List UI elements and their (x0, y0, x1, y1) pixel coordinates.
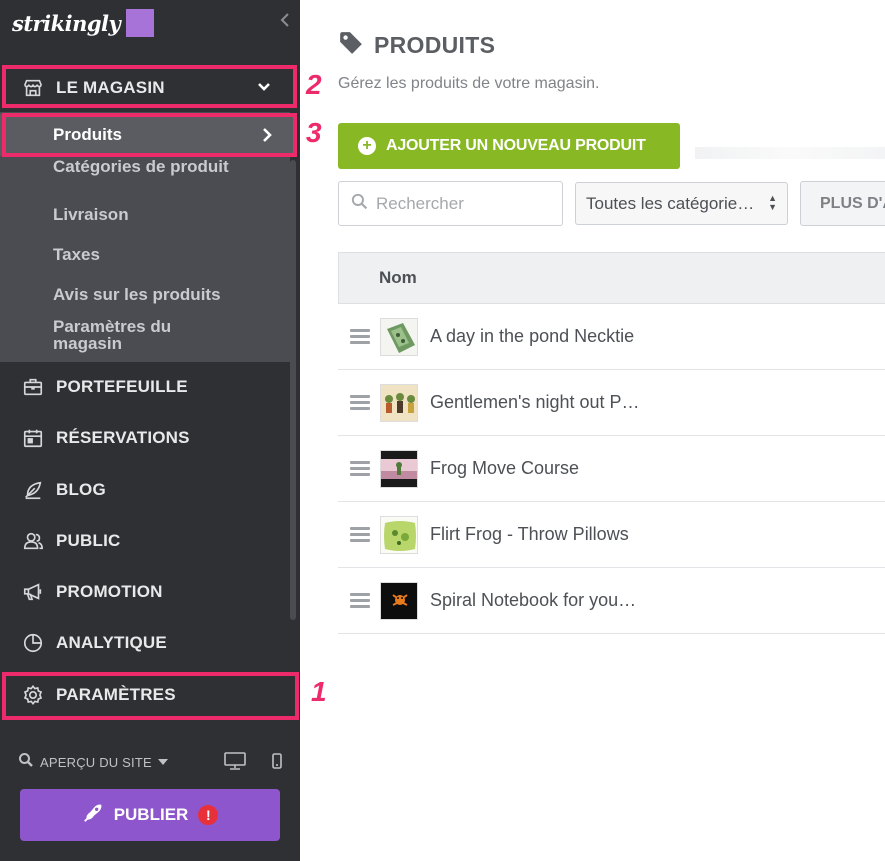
search-box[interactable] (338, 181, 563, 226)
sidebar-item-analytics[interactable]: ANALYTIQUE (0, 621, 290, 665)
product-name[interactable]: Flirt Frog - Throw Pillows (430, 524, 629, 545)
drag-handle-icon[interactable] (350, 590, 370, 611)
collapse-sidebar-icon[interactable] (280, 12, 290, 33)
mobile-icon[interactable] (272, 753, 282, 774)
submenu-item-store-settings[interactable]: Paramètres du magasin (53, 318, 233, 352)
megaphone-icon (20, 579, 46, 605)
more-actions-button[interactable]: PLUS D'A (800, 181, 885, 226)
rocket-icon (82, 802, 104, 829)
publish-label: PUBLIER (113, 805, 189, 824)
sidebar-item-label: BLOG (56, 480, 106, 499)
table-row[interactable]: A day in the pond Necktie (338, 304, 885, 370)
products-table: Nom A day in the pond Necktie Gentlemen'… (338, 252, 885, 634)
publish-button[interactable]: PUBLIER ! (20, 789, 280, 841)
product-thumbnail (380, 383, 418, 422)
search-input[interactable] (376, 193, 556, 214)
app-logo[interactable]: strikingly (12, 6, 155, 40)
product-thumbnail (380, 515, 418, 554)
submenu-item-shipping[interactable]: Livraison (53, 206, 233, 223)
submenu-item-reviews[interactable]: Avis sur les produits (53, 286, 233, 303)
logo-text: strikingly (12, 10, 121, 36)
column-header-name[interactable]: Nom (379, 268, 417, 288)
drag-handle-icon[interactable] (350, 524, 370, 545)
highlight-settings (2, 672, 299, 720)
page-title: PRODUITS (374, 32, 496, 58)
sidebar-item-portfolio[interactable]: PORTEFEUILLE (0, 365, 290, 409)
highlight-products (2, 113, 297, 157)
sidebar-item-public[interactable]: PUBLIC (0, 519, 290, 563)
submenu-item-taxes[interactable]: Taxes (53, 246, 233, 263)
table-row[interactable]: Gentlemen's night out P… (338, 370, 885, 436)
caret-down-icon[interactable] (157, 759, 168, 765)
product-thumbnail (380, 449, 418, 488)
alert-icon: ! (198, 805, 219, 825)
product-name[interactable]: A day in the pond Necktie (430, 326, 634, 347)
people-icon (20, 528, 46, 554)
sidebar-item-label: ANALYTIQUE (56, 633, 167, 652)
add-product-label: AJOUTER UN NOUVEAU PRODUIT (386, 137, 646, 154)
logo-mark (126, 9, 155, 37)
search-icon (351, 193, 368, 215)
sidebar-item-bookings[interactable]: RÉSERVATIONS (0, 416, 290, 460)
pie-chart-icon (20, 630, 46, 656)
add-product-button[interactable]: + AJOUTER UN NOUVEAU PRODUIT (338, 123, 680, 169)
search-icon (18, 752, 34, 773)
page-subtitle: Gérez les produits de votre magasin. (338, 75, 600, 92)
product-name[interactable]: Frog Move Course (430, 458, 579, 479)
product-thumbnail (380, 581, 418, 620)
category-select[interactable]: Toutes les catégorie… ▲ ▼ (575, 182, 788, 225)
category-select-value: Toutes les catégorie… (586, 193, 755, 213)
more-actions-label: PLUS D'A (820, 194, 885, 212)
sidebar-item-label: PUBLIC (56, 531, 121, 550)
submenu-item-categories[interactable]: Catégories de produit (53, 158, 233, 175)
sort-arrows-icon: ▲ ▼ (768, 193, 777, 212)
drag-handle-icon[interactable] (350, 326, 370, 347)
product-thumbnail (380, 317, 418, 356)
site-preview-row: APERÇU DU SITE (18, 750, 284, 774)
page-header: PRODUITS (338, 30, 495, 61)
sidebar-item-label: PORTEFEUILLE (56, 377, 188, 396)
briefcase-icon (20, 374, 46, 400)
table-row[interactable]: Frog Move Course (338, 436, 885, 502)
table-header: Nom (338, 252, 885, 304)
product-name[interactable]: Gentlemen's night out P… (430, 392, 640, 413)
table-row[interactable]: Flirt Frog - Throw Pillows (338, 502, 885, 568)
calendar-icon (20, 425, 46, 451)
product-name[interactable]: Spiral Notebook for you… (430, 590, 636, 611)
sidebar-scrollbar[interactable] (290, 160, 296, 620)
table-row[interactable]: Spiral Notebook for you… (338, 568, 885, 634)
drag-handle-icon[interactable] (350, 458, 370, 479)
sidebar-item-promotion[interactable]: PROMOTION (0, 570, 290, 614)
sidebar-item-label: RÉSERVATIONS (56, 428, 190, 447)
highlight-store (2, 65, 297, 108)
sidebar-item-label: PROMOTION (56, 582, 163, 601)
main-content: PRODUITS Gérez les produits de votre mag… (300, 0, 885, 861)
sidebar-item-blog[interactable]: BLOG (0, 468, 290, 512)
site-preview-label[interactable]: APERÇU DU SITE (40, 755, 152, 770)
faded-placeholder (695, 147, 885, 159)
desktop-icon[interactable] (224, 752, 246, 775)
plus-circle-icon: + (358, 137, 376, 155)
feather-icon (20, 477, 46, 503)
tag-icon (338, 30, 364, 61)
drag-handle-icon[interactable] (350, 392, 370, 413)
